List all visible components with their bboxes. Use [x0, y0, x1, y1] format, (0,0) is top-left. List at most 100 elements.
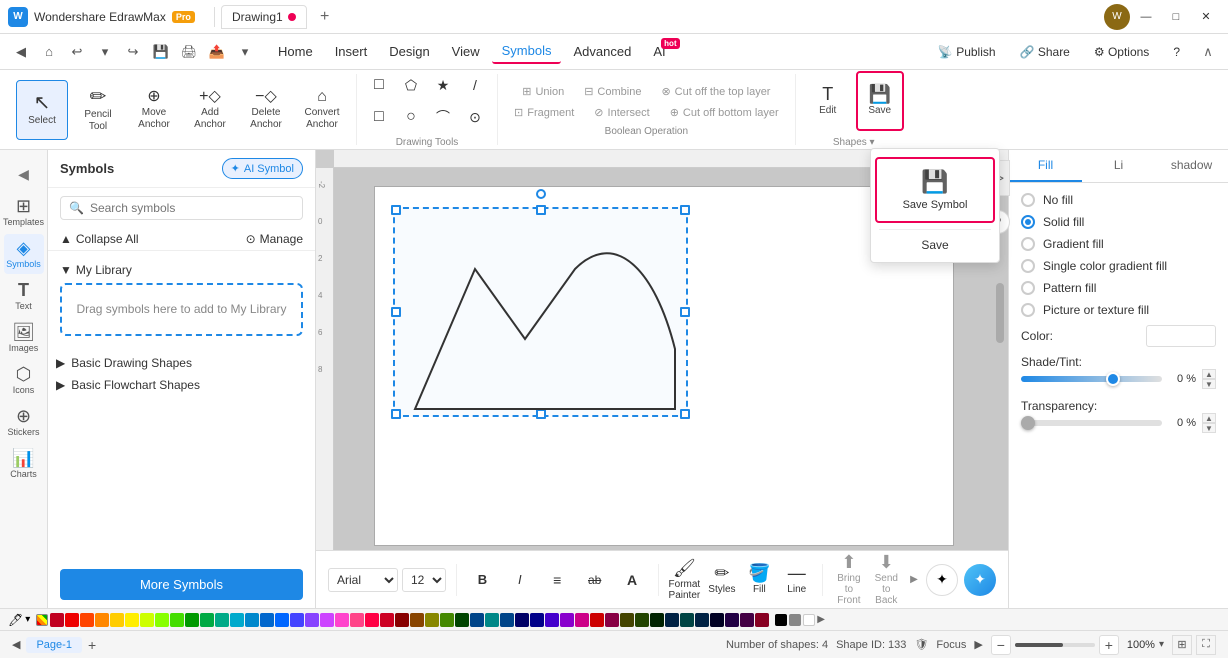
color-swatch[interactable] [560, 613, 574, 627]
rect-shape[interactable]: □ [365, 71, 393, 99]
color-swatch[interactable] [290, 613, 304, 627]
send-to-back-button[interactable]: ⬇ Send to Back [871, 557, 902, 603]
color-swatch[interactable] [185, 613, 199, 627]
line-tab[interactable]: Li [1082, 150, 1155, 182]
page-nav-left[interactable]: ◀ [12, 638, 20, 651]
home-nav-button[interactable]: ⌂ [36, 39, 62, 65]
play-button[interactable]: ▶ [974, 638, 982, 651]
ribbon-collapse-button[interactable]: ∧ [1196, 40, 1220, 64]
sidebar-item-images[interactable]: 🖼 Images [4, 318, 44, 358]
sidebar-item-templates[interactable]: ⊞ Templates [4, 192, 44, 232]
color-swatch[interactable] [200, 613, 214, 627]
font-family-select[interactable]: Arial [328, 568, 398, 592]
minimize-button[interactable]: — [1132, 5, 1160, 29]
arc-shape[interactable]: ⌒ [429, 103, 457, 131]
full-screen-button[interactable]: ⛶ [1196, 635, 1216, 655]
zoom-out-button[interactable]: − [991, 635, 1011, 655]
pattern-fill-radio[interactable] [1021, 281, 1035, 295]
ai-symbol-button[interactable]: ✦ AI Symbol [222, 158, 303, 179]
color-swatch[interactable] [50, 613, 64, 627]
gray-swatch[interactable] [789, 614, 801, 626]
export-button[interactable]: 📤 [204, 39, 230, 65]
color-swatch[interactable] [440, 613, 454, 627]
bold-button[interactable]: B [467, 557, 498, 603]
color-fill-icon[interactable]: 🖊 [8, 613, 23, 627]
color-swatch[interactable] [545, 613, 559, 627]
color-swatch[interactable] [350, 613, 364, 627]
help-button[interactable]: ? [1165, 41, 1188, 63]
color-swatch[interactable] [485, 613, 499, 627]
color-swatch[interactable] [530, 613, 544, 627]
color-swatch[interactable] [230, 613, 244, 627]
quick-action-2[interactable]: ✦ [964, 564, 996, 596]
fragment-button[interactable]: ⊡ Fragment [506, 103, 582, 122]
back-button[interactable]: ◀ [8, 39, 34, 65]
cut-bottom-button[interactable]: ⊕ Cut off bottom layer [662, 103, 787, 122]
shade-up-button[interactable]: ▲ [1202, 369, 1216, 379]
picture-fill-radio[interactable] [1021, 303, 1035, 317]
shade-thumb[interactable] [1106, 372, 1120, 386]
export-dropdown[interactable]: ▾ [232, 39, 258, 65]
color-gradient-swatch[interactable] [36, 614, 48, 626]
color-swatch[interactable] [245, 613, 259, 627]
menu-insert[interactable]: Insert [325, 40, 378, 63]
print-button[interactable]: 🖨 [176, 39, 202, 65]
more-symbols-button[interactable]: More Symbols [60, 569, 303, 600]
save-local-button[interactable]: 💾 [148, 39, 174, 65]
color-swatch[interactable] [515, 613, 529, 627]
gradient-fill-option[interactable]: Gradient fill [1021, 237, 1216, 251]
symbol-search-box[interactable]: 🔍 [60, 196, 303, 220]
line-button[interactable]: — Line [781, 557, 812, 603]
sidebar-item-charts[interactable]: 📊 Charts [4, 444, 44, 484]
color-swatch[interactable] [470, 613, 484, 627]
zoom-slider[interactable] [1015, 643, 1095, 647]
color-swatch[interactable] [635, 613, 649, 627]
delete-anchor-tool[interactable]: −◇ DeleteAnchor [240, 80, 292, 140]
picture-fill-option[interactable]: Picture or texture fill [1021, 303, 1216, 317]
fill-button[interactable]: 🪣 Fill [744, 557, 775, 603]
combine-button[interactable]: ⊟ Combine [576, 82, 649, 101]
color-swatch[interactable] [260, 613, 274, 627]
sidebar-item-stickers[interactable]: ⊕ Stickers [4, 402, 44, 442]
color-swatch[interactable] [500, 613, 514, 627]
pattern-fill-option[interactable]: Pattern fill [1021, 281, 1216, 295]
color-swatch[interactable] [665, 613, 679, 627]
more-tools-button[interactable]: ▶ [908, 572, 920, 588]
strikethrough-button[interactable]: ab [579, 557, 610, 603]
color-swatch[interactable] [605, 613, 619, 627]
save-button[interactable]: 💾 Save [856, 71, 904, 131]
select-tool[interactable]: ↖ Select [16, 80, 68, 140]
color-swatch[interactable] [725, 613, 739, 627]
fill-tab[interactable]: Fill [1009, 150, 1082, 182]
gradient-fill-radio[interactable] [1021, 237, 1035, 251]
maximize-button[interactable]: □ [1162, 5, 1190, 29]
caps-button[interactable]: A [616, 557, 647, 603]
color-swatch[interactable] [140, 613, 154, 627]
color-swatch[interactable] [110, 613, 124, 627]
share-button[interactable]: 🔗 Share [1012, 41, 1078, 63]
convert-anchor-tool[interactable]: ⌂ ConvertAnchor [296, 80, 348, 140]
color-swatch[interactable] [215, 613, 229, 627]
quick-action-1[interactable]: ✦ [926, 564, 958, 596]
circle-shape[interactable]: ○ [397, 103, 425, 131]
menu-symbols[interactable]: Symbols [492, 39, 562, 64]
color-swatch[interactable] [395, 613, 409, 627]
color-swatch[interactable] [155, 613, 169, 627]
color-swatch[interactable] [95, 613, 109, 627]
add-page-button[interactable]: + [88, 637, 96, 653]
color-swatch[interactable] [80, 613, 94, 627]
solid-fill-option[interactable]: Solid fill [1021, 215, 1216, 229]
menu-home[interactable]: Home [268, 40, 323, 63]
add-tab-button[interactable]: + [313, 5, 337, 29]
black-swatch[interactable] [775, 614, 787, 626]
my-library-title[interactable]: ▼ My Library [60, 263, 303, 277]
single-gradient-radio[interactable] [1021, 259, 1035, 273]
color-swatch[interactable] [305, 613, 319, 627]
undo-button[interactable]: ↩ [64, 39, 90, 65]
color-swatch[interactable] [65, 613, 79, 627]
focus-button[interactable]: Focus [936, 639, 966, 651]
manage-button[interactable]: ⊙ Manage [246, 232, 303, 246]
align-button[interactable]: ≡ [542, 557, 573, 603]
sidebar-item-symbols[interactable]: ◈ Symbols [4, 234, 44, 274]
doc-tab[interactable]: Drawing1 [221, 5, 307, 29]
